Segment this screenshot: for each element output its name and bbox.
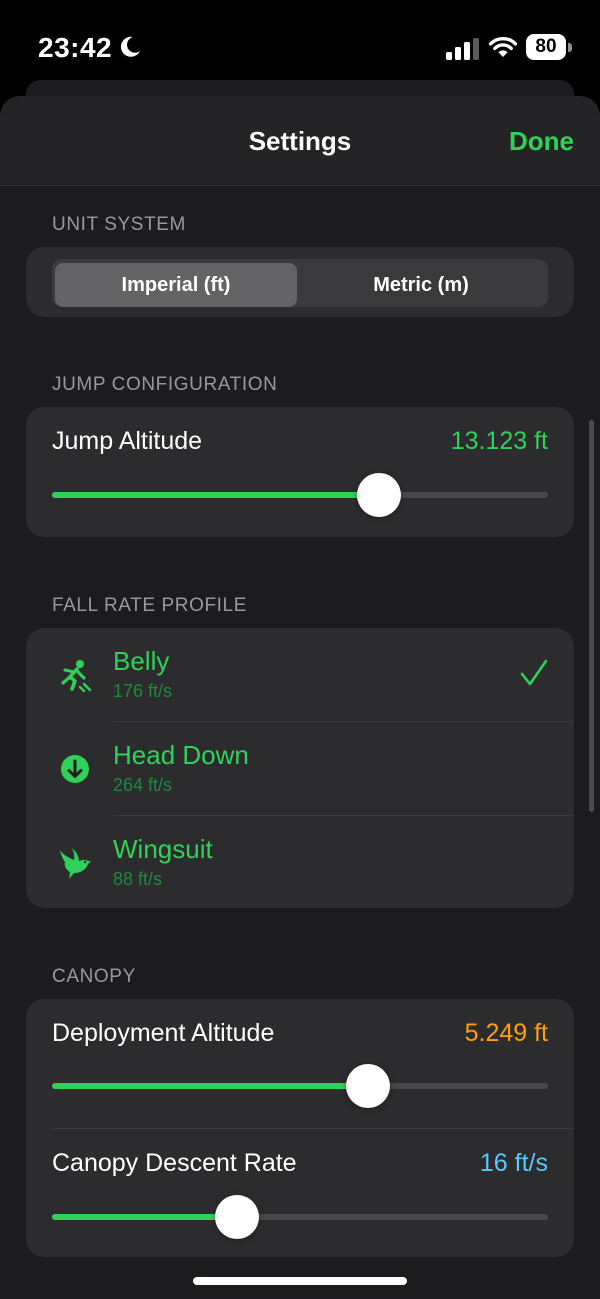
- unit-system-segmented-control: Imperial (ft) Metric (m): [52, 259, 548, 307]
- bird-icon: [60, 848, 91, 879]
- deployment-altitude-slider[interactable]: [52, 1064, 548, 1108]
- scroll-indicator[interactable]: [589, 420, 594, 812]
- battery-icon: 80: [526, 34, 572, 60]
- jump-altitude-slider[interactable]: [52, 473, 548, 517]
- jump-altitude-label: Jump Altitude: [52, 427, 203, 455]
- fall-rate-profile-card: Belly 176 ft/s Head Down 264 ft/s Wingsu…: [26, 628, 574, 908]
- canopy-descent-rate-value: 16 ft/s: [479, 1149, 548, 1177]
- wifi-icon: [488, 36, 518, 57]
- deployment-altitude-value: 5.249 ft: [464, 1019, 548, 1047]
- section-header-canopy: CANOPY: [52, 966, 136, 987]
- canopy-descent-rate-slider[interactable]: [52, 1195, 548, 1239]
- segment-metric[interactable]: Metric (m): [300, 263, 542, 307]
- checkmark-icon: [520, 659, 548, 686]
- home-indicator[interactable]: [193, 1277, 407, 1285]
- slider-thumb[interactable]: [357, 473, 401, 517]
- slider-thumb[interactable]: [215, 1195, 259, 1239]
- profile-row-wingsuit[interactable]: Wingsuit 88 ft/s: [26, 816, 574, 910]
- status-time: 23:42: [38, 32, 113, 63]
- profile-name: Head Down: [113, 740, 249, 770]
- battery-tip: [568, 43, 572, 52]
- jump-altitude-value: 13.123 ft: [450, 427, 548, 455]
- profile-rate: 264 ft/s: [113, 775, 173, 795]
- unit-system-card: Imperial (ft) Metric (m): [26, 247, 574, 317]
- jump-configuration-card: Jump Altitude 13.123 ft: [26, 407, 574, 537]
- battery-level: 80: [535, 36, 557, 57]
- canopy-card: Deployment Altitude 5.249 ft Canopy Desc…: [26, 999, 574, 1257]
- segment-imperial[interactable]: Imperial (ft): [55, 263, 297, 307]
- cellular-signal-icon: [446, 38, 479, 60]
- slider-fill: [52, 1214, 237, 1220]
- canopy-descent-rate-label: Canopy Descent Rate: [52, 1149, 297, 1177]
- done-button[interactable]: Done: [509, 126, 574, 157]
- profile-name: Belly: [113, 646, 170, 676]
- profile-rate: 176 ft/s: [113, 681, 173, 701]
- section-header-jump-configuration: JUMP CONFIGURATION: [52, 374, 278, 395]
- slider-fill: [52, 492, 379, 498]
- profile-row-belly[interactable]: Belly 176 ft/s: [26, 628, 574, 722]
- section-header-unit-system: UNIT SYSTEM: [52, 214, 186, 235]
- deployment-altitude-label: Deployment Altitude: [52, 1019, 275, 1047]
- navigation-bar: Settings Done: [0, 96, 600, 186]
- profile-rate: 88 ft/s: [113, 869, 163, 889]
- person-falling-icon: [61, 660, 92, 692]
- profile-name: Wingsuit: [113, 834, 213, 864]
- arrow-down-circle-icon: [61, 755, 89, 783]
- slider-fill: [52, 1083, 368, 1089]
- slider-thumb[interactable]: [346, 1064, 390, 1108]
- moon-icon: [120, 36, 140, 57]
- divider: [52, 1128, 574, 1129]
- settings-screen: 23:42 80 Settings Done UNIT SYSTEM Imper…: [0, 0, 600, 1299]
- settings-sheet: Settings Done UNIT SYSTEM Imperial (ft) …: [0, 96, 600, 1299]
- profile-row-head-down[interactable]: Head Down 264 ft/s: [26, 722, 574, 816]
- section-header-fall-rate-profile: FALL RATE PROFILE: [52, 595, 247, 616]
